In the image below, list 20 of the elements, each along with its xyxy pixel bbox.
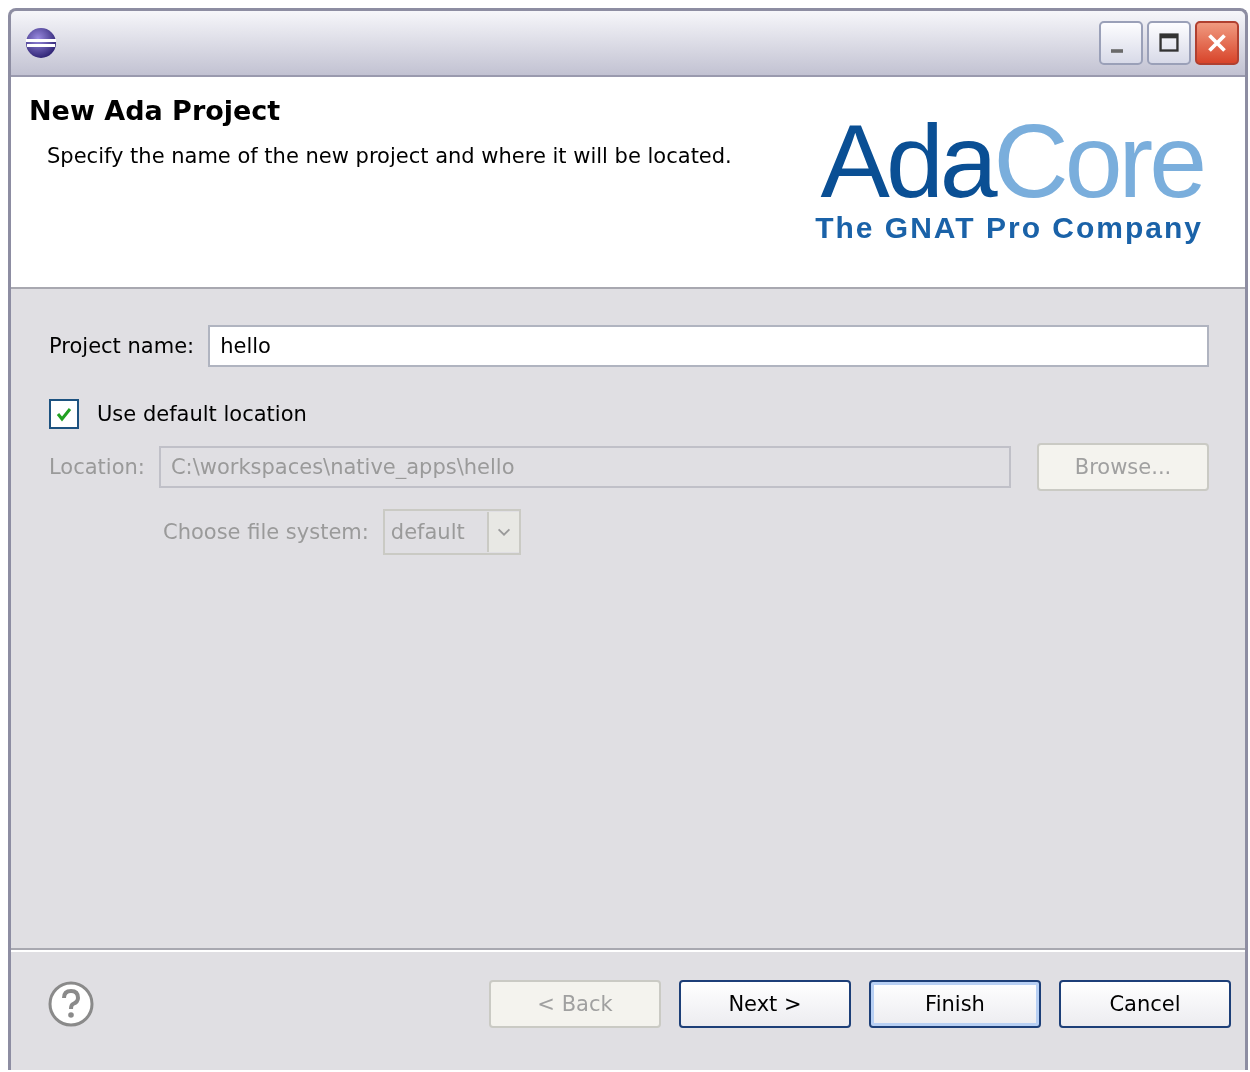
field-label: Location: — [49, 455, 145, 479]
help-icon[interactable] — [47, 980, 95, 1028]
project-name-field[interactable]: hello — [208, 325, 1209, 367]
dialog-description: Specify the name of the new project and where it will be located. — [47, 144, 733, 168]
globe-icon — [25, 27, 57, 59]
maximize-button[interactable] — [1147, 21, 1191, 65]
dialog-title: New Ada Project — [29, 95, 282, 126]
close-button[interactable] — [1195, 21, 1239, 65]
field-label: Project name: — [49, 334, 195, 358]
minimize-icon — [1111, 49, 1123, 53]
logo-tagline: The GNAT Pro Company — [815, 211, 1203, 245]
dialog-button[interactable]: Finish — [869, 980, 1041, 1028]
chevron-icon — [486, 512, 519, 552]
field-label: Choose file system: — [163, 520, 369, 544]
checkbox-label[interactable]: Use default location — [97, 402, 307, 426]
checkbox[interactable] — [49, 399, 79, 429]
dialog-button[interactable]: Cancel — [1059, 980, 1231, 1028]
logo-wordmark: AdaCore — [820, 117, 1203, 205]
dialog-button[interactable]: Next > — [679, 980, 851, 1028]
minimize-button[interactable] — [1099, 21, 1143, 65]
